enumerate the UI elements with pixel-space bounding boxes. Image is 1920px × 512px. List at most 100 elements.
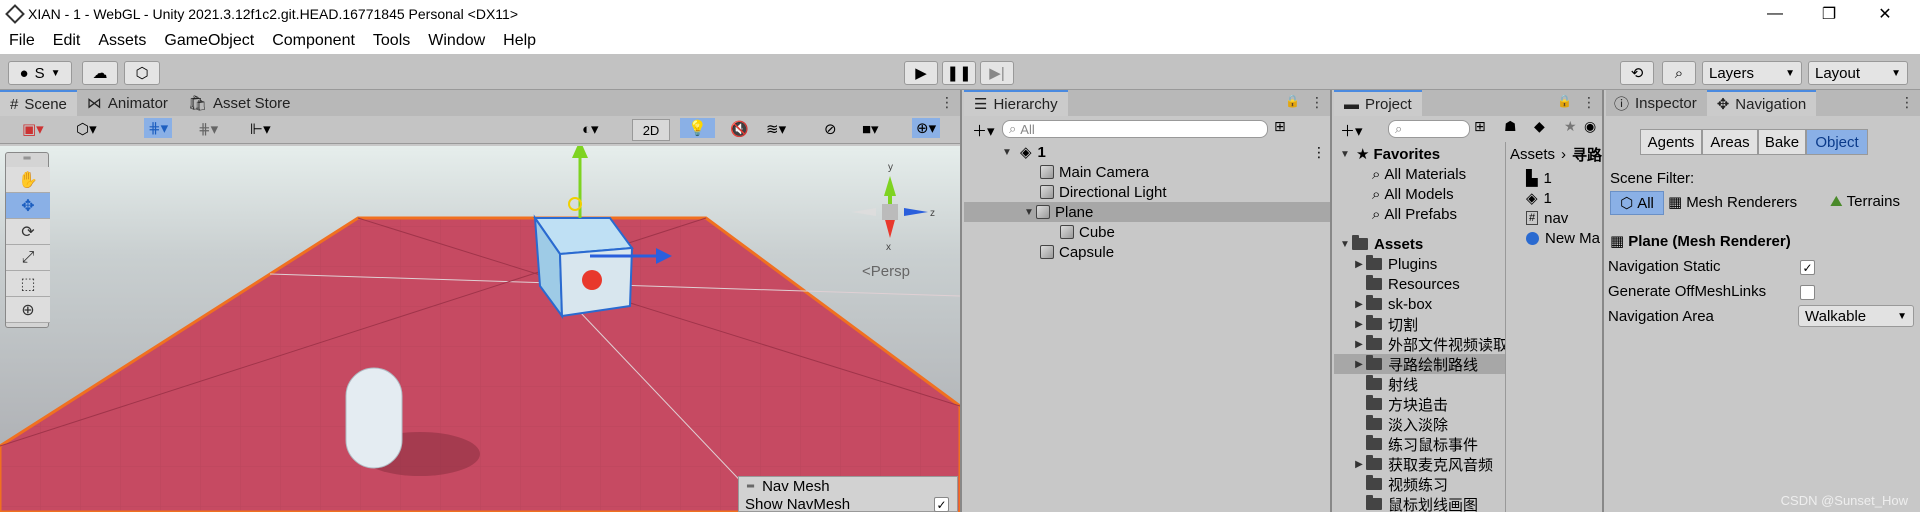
areas-button[interactable]: Areas [1702, 129, 1758, 155]
type-filter-icon[interactable]: ☗ [1504, 118, 1517, 135]
gizmos-icon[interactable]: ⊕▾ [912, 118, 941, 138]
2d-toggle[interactable]: 2D [632, 119, 670, 141]
star-icon[interactable]: ★ [1564, 118, 1577, 135]
hierarchy-item-directional-light[interactable]: Directional Light [1040, 182, 1167, 202]
file-item[interactable]: ▙ 1 [1526, 168, 1552, 188]
label-icon[interactable]: ◆ [1534, 118, 1545, 135]
expand-arrow-icon[interactable]: ▼ [1022, 207, 1036, 218]
expand-arrow-icon[interactable]: ▶ [1352, 319, 1366, 330]
file-item[interactable]: New Ma [1526, 228, 1600, 248]
menu-window[interactable]: Window [419, 32, 494, 50]
menu-tools[interactable]: Tools [364, 32, 419, 50]
tab-animator[interactable]: ⋈ Animator [77, 90, 178, 116]
more-options-icon[interactable]: ⋮ [1312, 144, 1326, 161]
menu-edit[interactable]: Edit [44, 32, 90, 50]
collab-button[interactable]: ⬡ [124, 61, 160, 85]
menu-component[interactable]: Component [263, 32, 364, 50]
filter-terrains[interactable]: ⛰ Terrains [1830, 193, 1900, 210]
favorites-row[interactable]: ▼ ★ Favorites [1338, 144, 1440, 164]
more-options-icon[interactable]: ⋮ [1582, 94, 1596, 111]
folder-row[interactable]: 方块追击 [1366, 394, 1448, 414]
shading-icon[interactable]: ◐▾ [582, 120, 599, 138]
expand-arrow-icon[interactable]: ▶ [1352, 259, 1366, 270]
pause-button[interactable]: ❚❚ [942, 61, 976, 85]
effects-icon[interactable]: ≋▾ [766, 120, 786, 138]
expand-arrow-icon[interactable]: ▼ [1000, 147, 1014, 158]
assets-row[interactable]: ▼ Assets [1338, 234, 1423, 254]
hierarchy-item-cube[interactable]: Cube [1060, 222, 1115, 242]
favorite-item[interactable]: ⌕ All Materials [1372, 164, 1466, 184]
minimize-icon[interactable]: — [1752, 0, 1798, 28]
menu-file[interactable]: File [0, 32, 44, 50]
folder-row[interactable]: 视频练习 [1366, 474, 1448, 494]
lighting-icon[interactable]: 💡 [680, 118, 715, 138]
file-item[interactable]: ◈ 1 [1526, 188, 1552, 208]
file-item[interactable]: # nav [1526, 208, 1568, 228]
folder-row-selected[interactable]: ▶ 寻路绘制路线 [1334, 354, 1505, 374]
transform-tool-icon[interactable]: ⊕ [6, 297, 50, 323]
offmesh-links-checkbox[interactable] [1800, 285, 1815, 300]
folder-row[interactable]: ▶ 获取麦克风音频 [1352, 454, 1493, 474]
menu-assets[interactable]: Assets [89, 32, 155, 50]
align-icon[interactable]: ⊩▾ [250, 120, 271, 138]
visibility-icon[interactable]: ⊘ [824, 120, 837, 138]
show-navmesh-checkbox[interactable]: ✓ [934, 497, 949, 512]
filter-all-button[interactable]: ⬡ All [1610, 191, 1664, 215]
scene-root-row[interactable]: ▼ ◈ 1 [1000, 142, 1300, 162]
scale-tool-icon[interactable]: ⤢ [6, 245, 50, 271]
menu-gameobject[interactable]: GameObject [155, 32, 263, 50]
hierarchy-item-capsule[interactable]: Capsule [1040, 242, 1114, 262]
folder-row[interactable]: 淡入淡除 [1366, 414, 1448, 434]
search-button[interactable]: ⌕ [1662, 61, 1696, 85]
expand-arrow-icon[interactable]: ▶ [1352, 459, 1366, 470]
eye-icon[interactable]: ◉ [1584, 118, 1596, 135]
hierarchy-item-plane[interactable]: ▼ Plane [964, 202, 1330, 222]
folder-row[interactable]: 射线 [1366, 374, 1418, 394]
history-button[interactable]: ⟲ [1620, 61, 1654, 85]
folder-row[interactable]: Resources [1366, 274, 1460, 294]
bake-button[interactable]: Bake [1758, 129, 1806, 155]
camera-icon[interactable]: ■▾ [862, 120, 879, 138]
folder-row[interactable]: ▶ Plugins [1352, 254, 1437, 274]
more-options-icon[interactable]: ⋮ [1310, 94, 1324, 111]
more-options-icon[interactable]: ⋮ [1900, 94, 1914, 111]
grid-snap-icon[interactable]: ⋕▾ [144, 118, 173, 138]
more-options-icon[interactable]: ⋮ [940, 94, 954, 111]
breadcrumb-item[interactable]: 寻路 [1572, 144, 1602, 165]
folder-row[interactable]: ▶ 切割 [1352, 314, 1418, 334]
step-button[interactable]: ▶| [980, 61, 1014, 85]
favorite-item[interactable]: ⌕ All Prefabs [1372, 204, 1457, 224]
account-button[interactable]: ● S ▼ [8, 61, 72, 85]
tab-asset-store[interactable]: 🛍 Asset Store [178, 90, 301, 116]
nav-static-checkbox[interactable]: ✓ [1800, 260, 1815, 275]
move-tool-icon[interactable]: ✥ [6, 193, 50, 219]
folder-row[interactable]: ▶ 外部文件视频读取 [1352, 334, 1505, 354]
layout-dropdown[interactable]: Layout ▼ [1808, 61, 1908, 85]
object-button[interactable]: Object [1806, 129, 1868, 155]
tab-hierarchy[interactable]: ☰ Hierarchy [964, 90, 1068, 116]
hand-tool-icon[interactable]: ✋ [6, 167, 50, 193]
filter-icon[interactable]: ⊞ [1274, 118, 1286, 135]
play-button[interactable]: ▶ [904, 61, 938, 85]
audio-icon[interactable]: 🔇 [730, 120, 749, 138]
lock-icon[interactable]: 🔒 [1285, 94, 1300, 108]
tab-navigation[interactable]: ✥ Navigation [1706, 90, 1817, 116]
hierarchy-item-main-camera[interactable]: Main Camera [1040, 162, 1149, 182]
rect-tool-icon[interactable]: ⬚ [6, 271, 50, 297]
navigation-area-dropdown[interactable]: Walkable ▼ [1798, 305, 1914, 327]
lock-icon[interactable]: 🔒 [1557, 94, 1572, 108]
restore-icon[interactable]: ❐ [1806, 0, 1852, 28]
cloud-button[interactable]: ☁ [82, 61, 118, 85]
expand-arrow-icon[interactable]: ▶ [1352, 299, 1366, 310]
expand-arrow-icon[interactable]: ▼ [1338, 239, 1352, 250]
agents-button[interactable]: Agents [1640, 129, 1702, 155]
increment-snap-icon[interactable]: ⋕▾ [198, 120, 218, 138]
tab-scene[interactable]: # Scene [0, 90, 77, 116]
expand-arrow-icon[interactable]: ▼ [1338, 149, 1352, 160]
filter-mesh-renderers[interactable]: ▦ Mesh Renderers [1668, 193, 1797, 212]
project-search-input[interactable]: ⌕ [1388, 120, 1470, 138]
layers-dropdown[interactable]: Layers ▼ [1702, 61, 1802, 85]
menu-help[interactable]: Help [494, 32, 545, 50]
hierarchy-search-input[interactable]: ⌕ All [1002, 120, 1268, 138]
tab-inspector[interactable]: ⓘ Inspector [1606, 90, 1707, 116]
